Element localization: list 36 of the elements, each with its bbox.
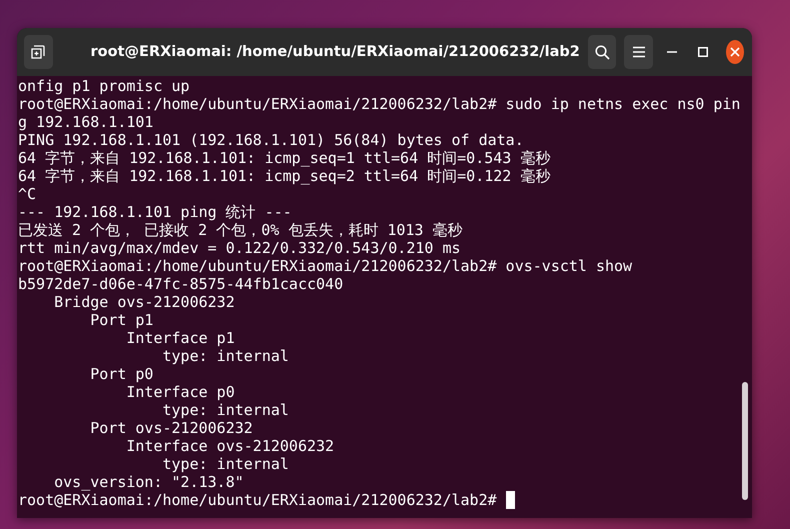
- terminal-line: type: internal: [161, 347, 289, 365]
- search-button[interactable]: [588, 35, 616, 69]
- minimize-icon: [667, 51, 678, 53]
- close-button[interactable]: [726, 40, 744, 64]
- terminal-line: g 192.168.1.101: [18, 113, 154, 131]
- terminal-line: b5972de7-d06e-47fc-8575-44fb1cacc040: [18, 275, 344, 293]
- terminal-line: root@ERXiaomai:/home/ubuntu/ERXiaomai/212006232/lab2# ovs-vsctl show: [18, 257, 632, 275]
- search-icon: [594, 44, 610, 60]
- terminal-line: Port p1: [89, 311, 154, 329]
- new-tab-button[interactable]: [24, 35, 53, 69]
- scrollbar[interactable]: [742, 382, 748, 500]
- maximize-icon: [698, 47, 708, 57]
- window-title: root@ERXiaomai: /home/ubuntu/ERXiaomai/212006232/lab2: [90, 44, 580, 60]
- terminal-line: ^C: [18, 185, 36, 203]
- new-tab-icon: [31, 45, 46, 59]
- terminal-line: 已发送 2 个包， 已接收 2 个包，0% 包丢失，耗时 1013 毫秒: [18, 221, 462, 239]
- terminal-line: type: internal: [161, 455, 289, 473]
- terminal-line: Port p0: [89, 365, 154, 383]
- terminal-line: --- 192.168.1.101 ping 统计 ---: [18, 203, 292, 221]
- terminal-line: type: internal: [161, 401, 289, 419]
- close-icon: [730, 47, 740, 57]
- terminal-line: 64 字节，来自 192.168.1.101: icmp_seq=2 ttl=64 时间=0.122 毫秒: [18, 167, 550, 185]
- terminal-line: PING 192.168.1.101 (192.168.1.101) 56(84) bytes of data.: [18, 131, 524, 149]
- menu-button[interactable]: [624, 35, 653, 69]
- terminal-line: Interface p0: [125, 383, 235, 401]
- terminal-line: onfig p1 promisc up: [18, 77, 190, 95]
- terminal-line: ovs_version: "2.13.8": [53, 473, 244, 491]
- terminal-line: rtt min/avg/max/mdev = 0.122/0.332/0.543/0.210 ms: [18, 239, 461, 257]
- terminal-line: Interface ovs-212006232: [125, 437, 334, 455]
- terminal-line: Port ovs-212006232: [89, 419, 253, 437]
- terminal-line: Interface p1: [125, 329, 235, 347]
- terminal-line: root@ERXiaomai:/home/ubuntu/ERXiaomai/212006232/lab2# sudo ip netns exec ns0 pin: [18, 95, 740, 113]
- terminal-line: 64 字节，来自 192.168.1.101: icmp_seq=1 ttl=64 时间=0.543 毫秒: [18, 149, 550, 167]
- terminal-line: Bridge ovs-212006232: [53, 293, 235, 311]
- terminal-line: root@ERXiaomai:/home/ubuntu/ERXiaomai/212006232/lab2#: [18, 491, 498, 509]
- menu-icon: [632, 46, 646, 58]
